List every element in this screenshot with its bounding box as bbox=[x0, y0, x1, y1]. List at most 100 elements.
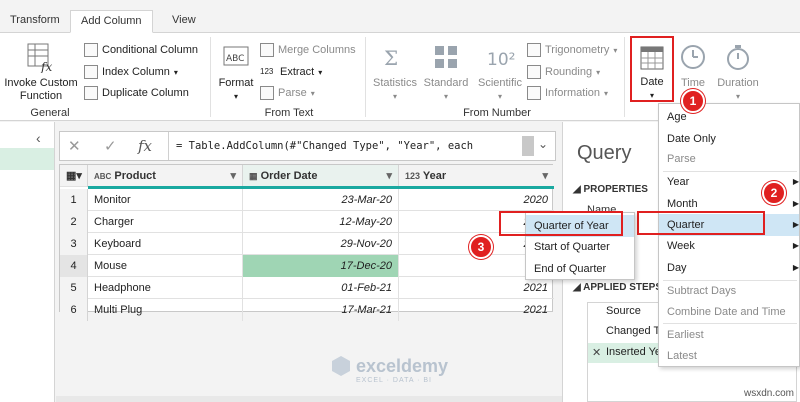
row-number[interactable]: 6 bbox=[60, 299, 88, 321]
function-table-icon: fx bbox=[27, 43, 52, 73]
cell-year[interactable]: 2020 bbox=[399, 189, 554, 211]
row-number[interactable]: 1 bbox=[60, 189, 88, 211]
formula-scrollbar[interactable] bbox=[522, 136, 534, 156]
menu-item-week[interactable]: Week ▶ bbox=[659, 235, 799, 257]
number-type-icon: 123 bbox=[405, 171, 421, 181]
confirm-icon[interactable]: ✓ bbox=[104, 137, 117, 155]
index-column-button[interactable]: Index Column ▾ bbox=[84, 63, 178, 81]
menu-item-combine-date-time[interactable]: Combine Date and Time bbox=[659, 301, 786, 323]
properties-heading[interactable]: ◢ PROPERTIES bbox=[573, 184, 648, 195]
chevron-down-icon: ▾ bbox=[318, 67, 323, 77]
cell-product[interactable]: Headphone bbox=[88, 277, 243, 299]
format-abc-icon: ABC bbox=[223, 46, 249, 66]
trigonometry-icon bbox=[527, 43, 541, 57]
cell-year[interactable]: 2021 bbox=[399, 277, 554, 299]
menu-item-earliest[interactable]: Earliest bbox=[659, 324, 704, 346]
duration-button[interactable]: Duration ▾ bbox=[712, 41, 764, 103]
queries-pane: ‹ bbox=[0, 122, 55, 402]
exceldemy-logo-icon bbox=[332, 356, 350, 376]
menu-item-date-only[interactable]: Date Only bbox=[659, 128, 716, 150]
merge-columns-button[interactable]: Merge Columns bbox=[260, 41, 356, 59]
information-icon bbox=[527, 86, 541, 100]
cell-product[interactable]: Multi Plug bbox=[88, 299, 243, 321]
cell-year[interactable]: 2021 bbox=[399, 299, 554, 321]
menu-item-end-of-quarter[interactable]: End of Quarter bbox=[526, 258, 606, 280]
cell-order-date[interactable]: 29-Nov-20 bbox=[243, 233, 399, 255]
format-button[interactable]: ABC Format ▾ bbox=[214, 41, 258, 103]
date-button[interactable]: Date ▾ bbox=[630, 36, 674, 102]
menu-item-latest[interactable]: Latest bbox=[659, 345, 697, 367]
invoke-custom-function-button[interactable]: fx Invoke Custom Function bbox=[2, 41, 80, 103]
divider bbox=[168, 132, 169, 160]
row-number[interactable]: 5 bbox=[60, 277, 88, 299]
selected-query-item[interactable] bbox=[0, 148, 54, 170]
menu-item-age[interactable]: Age bbox=[659, 106, 687, 128]
menu-item-day[interactable]: Day ▶ bbox=[659, 257, 799, 279]
row-number[interactable]: 4 bbox=[60, 255, 88, 277]
filter-dropdown-icon[interactable]: ▾ bbox=[230, 165, 236, 187]
filter-dropdown-icon[interactable]: ▾ bbox=[542, 165, 548, 187]
table-row: 1 Monitor 23-Mar-20 2020 bbox=[60, 189, 554, 211]
row-number[interactable]: 2 bbox=[60, 211, 88, 233]
applied-steps-heading[interactable]: ◢ APPLIED STEPS bbox=[573, 282, 662, 293]
row-number[interactable]: 3 bbox=[60, 233, 88, 255]
menu-item-parse[interactable]: Parse bbox=[659, 148, 696, 170]
tab-add-column[interactable]: Add Column bbox=[70, 10, 153, 33]
standard-button[interactable]: Standard ▾ bbox=[421, 41, 471, 103]
group-label-from-text: From Text bbox=[264, 107, 314, 119]
statistics-button[interactable]: Σ Statistics ▾ bbox=[370, 41, 420, 103]
column-header-order-date[interactable]: ▦ Order Date ▾ bbox=[243, 165, 399, 187]
cell-product[interactable]: Keyboard bbox=[88, 233, 243, 255]
chevron-down-icon: ▾ bbox=[613, 45, 618, 55]
tab-transform[interactable]: Transform bbox=[0, 10, 70, 33]
cell-order-date[interactable]: 12-May-20 bbox=[243, 211, 399, 233]
header-row: ▦▾ ABC Product ▾ ▦ Order Date ▾ 123 Year… bbox=[60, 165, 554, 187]
svg-text:10²: 10² bbox=[487, 50, 515, 70]
rounding-button[interactable]: Rounding ▾ bbox=[527, 63, 600, 81]
chevron-down-icon: ▾ bbox=[649, 91, 654, 100]
cell-order-date[interactable]: 01-Feb-21 bbox=[243, 277, 399, 299]
duplicate-column-icon bbox=[84, 86, 98, 100]
site-watermark: wsxdn.com bbox=[744, 388, 795, 399]
tab-view[interactable]: View bbox=[162, 10, 206, 33]
conditional-column-button[interactable]: Conditional Column bbox=[84, 41, 198, 59]
cell-order-date-selected[interactable]: 17-Dec-20 bbox=[243, 255, 399, 277]
column-header-product[interactable]: ABC Product ▾ bbox=[88, 165, 243, 187]
date-dropdown-menu: Age Date Only Parse Year ▶ Month ▶ Quarter… bbox=[658, 103, 800, 367]
status-bar bbox=[56, 396, 562, 402]
parse-icon bbox=[260, 86, 274, 100]
chevron-down-icon: ▾ bbox=[310, 88, 315, 98]
column-header-year[interactable]: 123 Year ▾ bbox=[399, 165, 554, 187]
fx-icon[interactable]: fx bbox=[138, 137, 152, 155]
menu-item-subtract-days[interactable]: Subtract Days bbox=[659, 280, 736, 302]
clock-icon bbox=[681, 45, 705, 69]
scientific-button[interactable]: 10² Scientific ▾ bbox=[472, 41, 528, 103]
date-type-icon: ▦ bbox=[249, 171, 258, 181]
delete-step-icon[interactable]: ✕ bbox=[592, 346, 601, 359]
parse-button[interactable]: Parse ▾ bbox=[260, 84, 315, 102]
menu-item-start-of-quarter[interactable]: Start of Quarter bbox=[526, 236, 610, 258]
cell-product[interactable]: Mouse bbox=[88, 255, 243, 277]
cell-product[interactable]: Charger bbox=[88, 211, 243, 233]
extract-123-icon: 123 bbox=[260, 67, 274, 76]
stopwatch-icon bbox=[727, 45, 749, 70]
watermark-logo: exceldemy EXCEL · DATA · BI bbox=[330, 355, 448, 384]
collapse-chevron-icon[interactable]: ‹ bbox=[36, 130, 41, 146]
information-button[interactable]: Information ▾ bbox=[527, 84, 608, 102]
extract-button[interactable]: 123 Extract ▾ bbox=[260, 63, 322, 81]
formula-input[interactable]: = Table.AddColumn(#"Changed Type", "Year… bbox=[176, 140, 473, 152]
chevron-down-icon[interactable]: ⌄ bbox=[538, 137, 548, 151]
cell-product[interactable]: Monitor bbox=[88, 189, 243, 211]
cell-order-date[interactable]: 23-Mar-20 bbox=[243, 189, 399, 211]
table-row: 2 Charger 12-May-20 2020 bbox=[60, 211, 554, 233]
duplicate-column-button[interactable]: Duplicate Column bbox=[84, 84, 189, 102]
table-menu-icon[interactable]: ▦▾ bbox=[60, 165, 88, 187]
step-item[interactable]: Source bbox=[606, 305, 641, 317]
highlight-quarter-of-year bbox=[499, 211, 623, 236]
step-badge: 1 bbox=[681, 89, 705, 113]
cell-order-date[interactable]: 17-Mar-21 bbox=[243, 299, 399, 321]
chevron-down-icon: ▾ bbox=[443, 92, 448, 101]
filter-dropdown-icon[interactable]: ▾ bbox=[386, 165, 392, 187]
cancel-icon[interactable]: ✕ bbox=[68, 137, 81, 155]
trigonometry-button[interactable]: Trigonometry ▾ bbox=[527, 41, 617, 59]
